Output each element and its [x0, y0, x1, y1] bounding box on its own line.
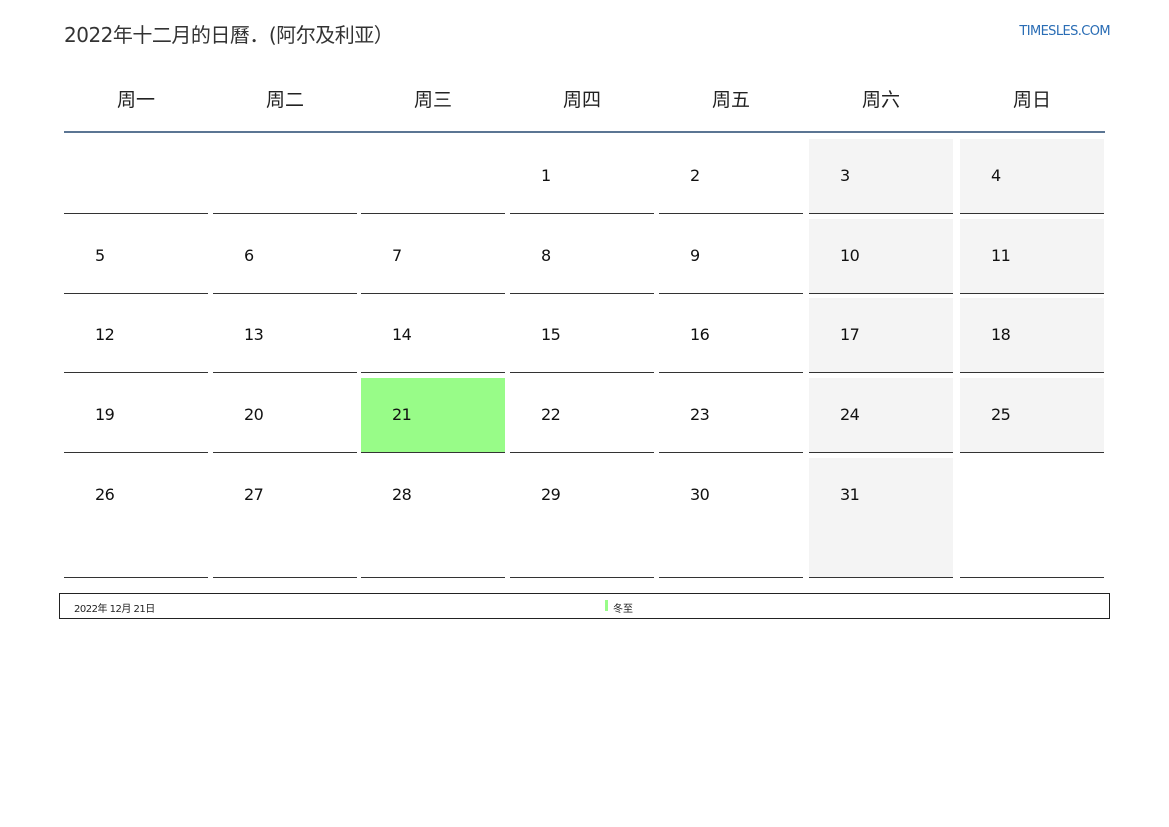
day-cell[interactable]: 5 [64, 219, 208, 294]
day-cell[interactable]: 29 [510, 458, 654, 578]
day-cell[interactable]: 7 [361, 219, 505, 294]
day-number: 13 [244, 325, 264, 344]
day-number: 1 [541, 166, 551, 185]
weekday-label: 周一 [116, 89, 155, 111]
page-title: 2022年十二月的日曆．(阿尔及利亚） [64, 23, 394, 47]
day-cell[interactable]: 22 [510, 378, 654, 453]
day-number: 27 [244, 485, 264, 504]
day-number: 16 [690, 325, 710, 344]
day-number: 23 [690, 405, 710, 424]
day-cell[interactable]: 13 [213, 298, 357, 373]
legend-holiday-name: 冬至 [613, 604, 633, 615]
weekday-label: 周六 [861, 89, 900, 111]
empty-day-cell [960, 458, 1104, 578]
brand-link[interactable]: TIMESLES.COM [1019, 24, 1110, 39]
day-number: 15 [541, 325, 561, 344]
day-cell[interactable]: 10 [809, 219, 953, 294]
day-cell[interactable]: 8 [510, 219, 654, 294]
day-cell[interactable]: 12 [64, 298, 208, 373]
day-number: 5 [95, 246, 105, 265]
day-cell[interactable]: 23 [659, 378, 803, 453]
day-number: 26 [95, 485, 115, 504]
day-cell[interactable]: 17 [809, 298, 953, 373]
day-number: 19 [95, 405, 115, 424]
weekday-label: 周二 [265, 89, 304, 111]
day-cell[interactable]: 4 [960, 139, 1104, 214]
day-cell[interactable]: 14 [361, 298, 505, 373]
day-cell[interactable]: 26 [64, 458, 208, 578]
weekday-label: 周日 [1012, 89, 1051, 111]
day-cell[interactable]: 15 [510, 298, 654, 373]
day-cell[interactable]: 19 [64, 378, 208, 453]
day-cell[interactable]: 11 [960, 219, 1104, 294]
day-number: 21 [392, 405, 412, 424]
day-number: 30 [690, 485, 710, 504]
day-number: 7 [392, 246, 402, 265]
day-number: 31 [840, 485, 860, 504]
day-cell[interactable]: 18 [960, 298, 1104, 373]
day-number: 4 [991, 166, 1001, 185]
day-cell[interactable]: 27 [213, 458, 357, 578]
day-number: 8 [541, 246, 551, 265]
day-number: 2 [690, 166, 700, 185]
day-number: 3 [840, 166, 850, 185]
day-cell[interactable]: 20 [213, 378, 357, 453]
day-cell[interactable]: 6 [213, 219, 357, 294]
day-number: 29 [541, 485, 561, 504]
day-number: 6 [244, 246, 254, 265]
empty-day-cell [361, 139, 505, 214]
day-cell[interactable]: 9 [659, 219, 803, 294]
weekday-label: 周三 [413, 89, 452, 111]
legend-date: 2022年 12月 21日 [74, 604, 155, 615]
day-number: 24 [840, 405, 860, 424]
day-cell[interactable]: 21 [361, 378, 505, 453]
empty-day-cell [64, 139, 208, 214]
day-cell[interactable]: 30 [659, 458, 803, 578]
day-cell[interactable]: 16 [659, 298, 803, 373]
day-cell[interactable]: 1 [510, 139, 654, 214]
day-cell[interactable]: 31 [809, 458, 953, 578]
day-number: 12 [95, 325, 115, 344]
day-number: 10 [840, 246, 860, 265]
day-cell[interactable]: 3 [809, 139, 953, 214]
holiday-legend: 2022年 12月 21日 冬至 [59, 593, 1110, 619]
empty-day-cell [213, 139, 357, 214]
day-number: 25 [991, 405, 1011, 424]
day-cell[interactable]: 2 [659, 139, 803, 214]
day-cell[interactable]: 25 [960, 378, 1104, 453]
day-number: 20 [244, 405, 264, 424]
weekday-label: 周五 [711, 89, 750, 111]
day-number: 11 [991, 246, 1011, 265]
day-number: 9 [690, 246, 700, 265]
day-number: 18 [991, 325, 1011, 344]
day-number: 17 [840, 325, 860, 344]
day-number: 22 [541, 405, 561, 424]
day-number: 14 [392, 325, 412, 344]
weekday-label: 周四 [562, 89, 601, 111]
weekday-header-row: 周一 周二 周三 周四 周五 周六 周日 [64, 78, 1105, 133]
day-cell[interactable]: 24 [809, 378, 953, 453]
day-number: 28 [392, 485, 412, 504]
holiday-color-marker [605, 600, 608, 611]
day-cell[interactable]: 28 [361, 458, 505, 578]
